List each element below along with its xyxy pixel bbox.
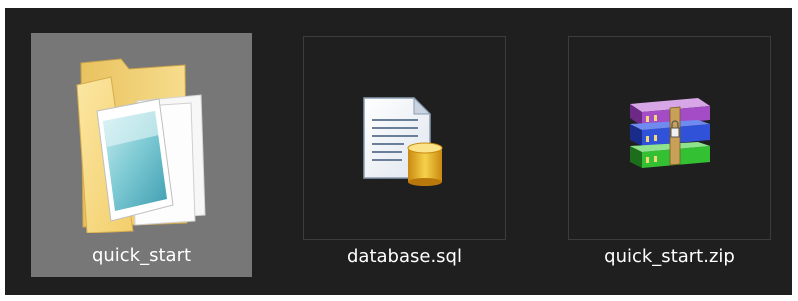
file-item-label: quick_start [91,245,192,266]
file-item-quick-start-zip[interactable]: quick_start.zip [568,36,771,274]
file-explorer-view: quick_start database.sql quick_start.zip [5,8,792,295]
winrar-archive-icon [630,98,710,168]
file-item-label: quick_start.zip [604,246,735,267]
file-item-label: database.sql [347,246,462,267]
sql-file-icon [363,96,443,186]
file-item-database-sql[interactable]: database.sql [303,36,506,274]
file-item-quick-start-folder[interactable]: quick_start [31,33,252,277]
folder-icon [76,58,206,233]
